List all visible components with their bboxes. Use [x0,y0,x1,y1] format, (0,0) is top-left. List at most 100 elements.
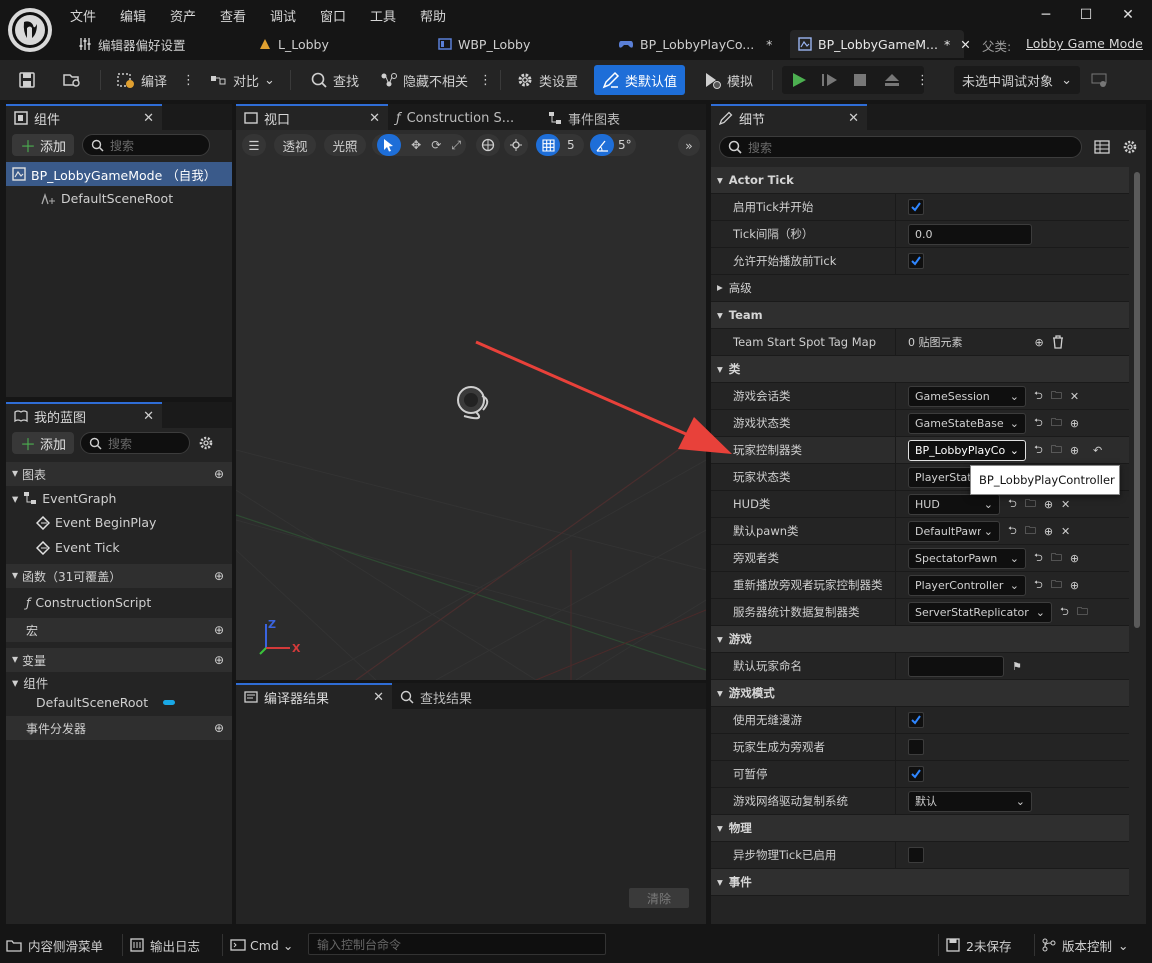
tab-my-blueprint[interactable]: 我的蓝图 ✕ [6,402,162,428]
perspective-button[interactable]: 透视 [274,134,316,156]
seamless-travel-checkbox[interactable] [908,712,924,728]
console-command-input[interactable]: 输入控制台命令 [308,933,606,955]
spectator-select[interactable]: SpectatorPawn ⌄ [908,547,1026,569]
tab-bp-lobby-playcontroller[interactable]: BP_LobbyPlayCo... * [610,30,780,58]
add-circle-icon[interactable]: ⊕ [1070,579,1079,592]
minimize-icon[interactable]: ─ [1026,4,1066,26]
default-player-name-input[interactable] [908,655,1004,677]
flag-icon[interactable]: ⚑ [1012,660,1022,673]
menu-tools[interactable]: 工具 [370,6,396,25]
stop-icon[interactable] [852,72,868,88]
simulate-button[interactable]: 模拟 [696,66,759,94]
use-selected-icon[interactable]: ⮌ [1034,441,1043,460]
reset-to-default-icon[interactable]: ↶ [1093,444,1102,457]
step-icon[interactable] [821,71,839,89]
category-game-mode[interactable]: ▾ 游戏模式 [711,680,1129,707]
hide-unrelated-button[interactable]: 隐藏不相关 ⋮ [374,66,498,94]
add-circle-icon[interactable]: ⊕ [1035,336,1044,349]
gear-icon[interactable] [1122,139,1138,155]
clear-button[interactable]: 清除 [629,888,689,908]
class-settings-button[interactable]: 类设置 [510,66,584,94]
construction-script-item[interactable]: ƒ ConstructionScript [6,588,232,616]
tab-compiler-results[interactable]: 编译器结果 ✕ [236,683,392,709]
menu-window[interactable]: 窗口 [320,6,346,25]
clear-x-icon[interactable]: ✕ [1061,525,1070,538]
tab-viewport[interactable]: 视口 ✕ [236,104,388,130]
lighting-button[interactable]: 光照 [324,134,366,156]
clear-x-icon[interactable]: ✕ [1061,498,1070,511]
menu-help[interactable]: 帮助 [420,6,446,25]
advanced-row[interactable]: ▸ 高级 [711,275,1129,302]
close-icon[interactable]: ✕ [143,111,154,126]
rotate-icon[interactable]: ⟳ [431,138,441,152]
game-state-select[interactable]: GameStateBase ⌄ [908,412,1026,434]
tab-details[interactable]: 细节 ✕ [711,104,867,130]
default-pawn-select[interactable]: DefaultPawn ⌄ [908,520,1000,542]
start-spectator-checkbox[interactable] [908,739,924,755]
add-component-button[interactable]: ＋添加 [12,134,75,156]
hud-select[interactable]: HUD ⌄ [908,493,1000,515]
use-selected-icon[interactable]: ⮌ [1034,549,1043,568]
compile-button[interactable]: 编译 ⋮ [110,66,201,94]
browse-icon[interactable]: 🗀 [1051,441,1062,460]
eject-icon[interactable] [883,71,901,89]
diff-button[interactable]: 对比 ⌄ [204,66,281,94]
menu-view[interactable]: 查看 [220,6,246,25]
add-circle-icon[interactable]: ⊕ [1070,444,1079,457]
table-view-icon[interactable] [1094,140,1110,154]
browse-icon[interactable]: 🗀 [1025,495,1036,514]
use-selected-icon[interactable]: ⮌ [1034,576,1043,595]
output-log-button[interactable]: 输出日志 [130,932,200,958]
my-blueprint-search-input[interactable]: 搜索 [80,432,191,454]
cmd-select[interactable]: Cmd ⌄ [230,932,293,958]
section-variables[interactable]: ▾ 变量 ⊕ [6,648,232,672]
close-window-icon[interactable]: ✕ [1108,4,1148,26]
scale-icon[interactable]: ⤢ [451,138,461,153]
maximize-icon[interactable]: ☐ [1066,4,1106,26]
browse-icon[interactable]: 🗀 [1051,414,1062,433]
class-defaults-button[interactable]: 类默认值 [594,65,686,95]
debug-target-select[interactable]: 未选中调试对象 ⌄ [954,66,1080,94]
category-events[interactable]: ▾ 事件 [711,869,1129,896]
category-physics[interactable]: ▾ 物理 [711,815,1129,842]
tab-l-lobby[interactable]: L_Lobby [250,30,337,58]
move-icon[interactable]: ✥ [411,138,421,152]
category-game[interactable]: ▾ 游戏 [711,626,1129,653]
tab-wbp-lobby[interactable]: WBP_Lobby [430,30,538,58]
tab-event-graph[interactable]: 事件图表 [540,104,700,130]
tick-enabled-checkbox[interactable] [908,199,924,215]
menu-edit[interactable]: 编辑 [120,6,146,25]
add-circle-icon[interactable]: ⊕ [1044,498,1053,511]
menu-asset[interactable]: 资产 [170,6,196,25]
browse-icon[interactable] [56,66,88,94]
source-control-button[interactable]: 版本控制 ⌄ [1042,932,1129,958]
details-search-input[interactable]: 搜索 [719,136,1082,158]
grid-icon[interactable] [536,134,560,156]
grid-size-value[interactable]: 5 [567,138,575,152]
debug-filter-icon[interactable] [1084,66,1114,94]
play-icon[interactable] [790,71,808,89]
async-physics-checkbox[interactable] [908,847,924,863]
event-tick-item[interactable]: Event Tick [6,535,232,560]
game-session-select[interactable]: GameSession ⌄ [908,385,1026,407]
close-icon[interactable]: ✕ [143,409,154,424]
angle-value[interactable]: 5° [618,138,632,152]
add-circle-icon[interactable]: ⊕ [1044,525,1053,538]
variable-default-scene-root[interactable]: DefaultSceneRoot [6,692,232,712]
add-circle-icon[interactable]: ⊕ [214,721,224,735]
unreal-logo-icon[interactable] [8,8,52,52]
tick-interval-input[interactable]: 0.0 [908,223,1032,245]
find-button[interactable]: 查找 [304,66,365,94]
more-icon[interactable]: ⋮ [182,73,195,88]
browse-icon[interactable]: 🗀 [1051,549,1062,568]
tab-bp-lobby-gamemode[interactable]: BP_LobbyGameM... * ✕ [790,30,971,58]
world-local-icon[interactable] [476,134,500,156]
details-scrollbar[interactable] [1134,172,1140,628]
tab-find-results[interactable]: 查找结果 [392,683,544,709]
tab-components[interactable]: 组件 ✕ [6,104,162,130]
category-actor-tick[interactable]: ▾ Actor Tick [711,167,1129,194]
browse-icon[interactable]: 🗀 [1051,387,1062,406]
server-stat-select[interactable]: ServerStatReplicator ⌄ [908,601,1052,623]
select-arrow-icon[interactable] [377,134,402,156]
use-selected-icon[interactable]: ⮌ [1034,387,1043,406]
